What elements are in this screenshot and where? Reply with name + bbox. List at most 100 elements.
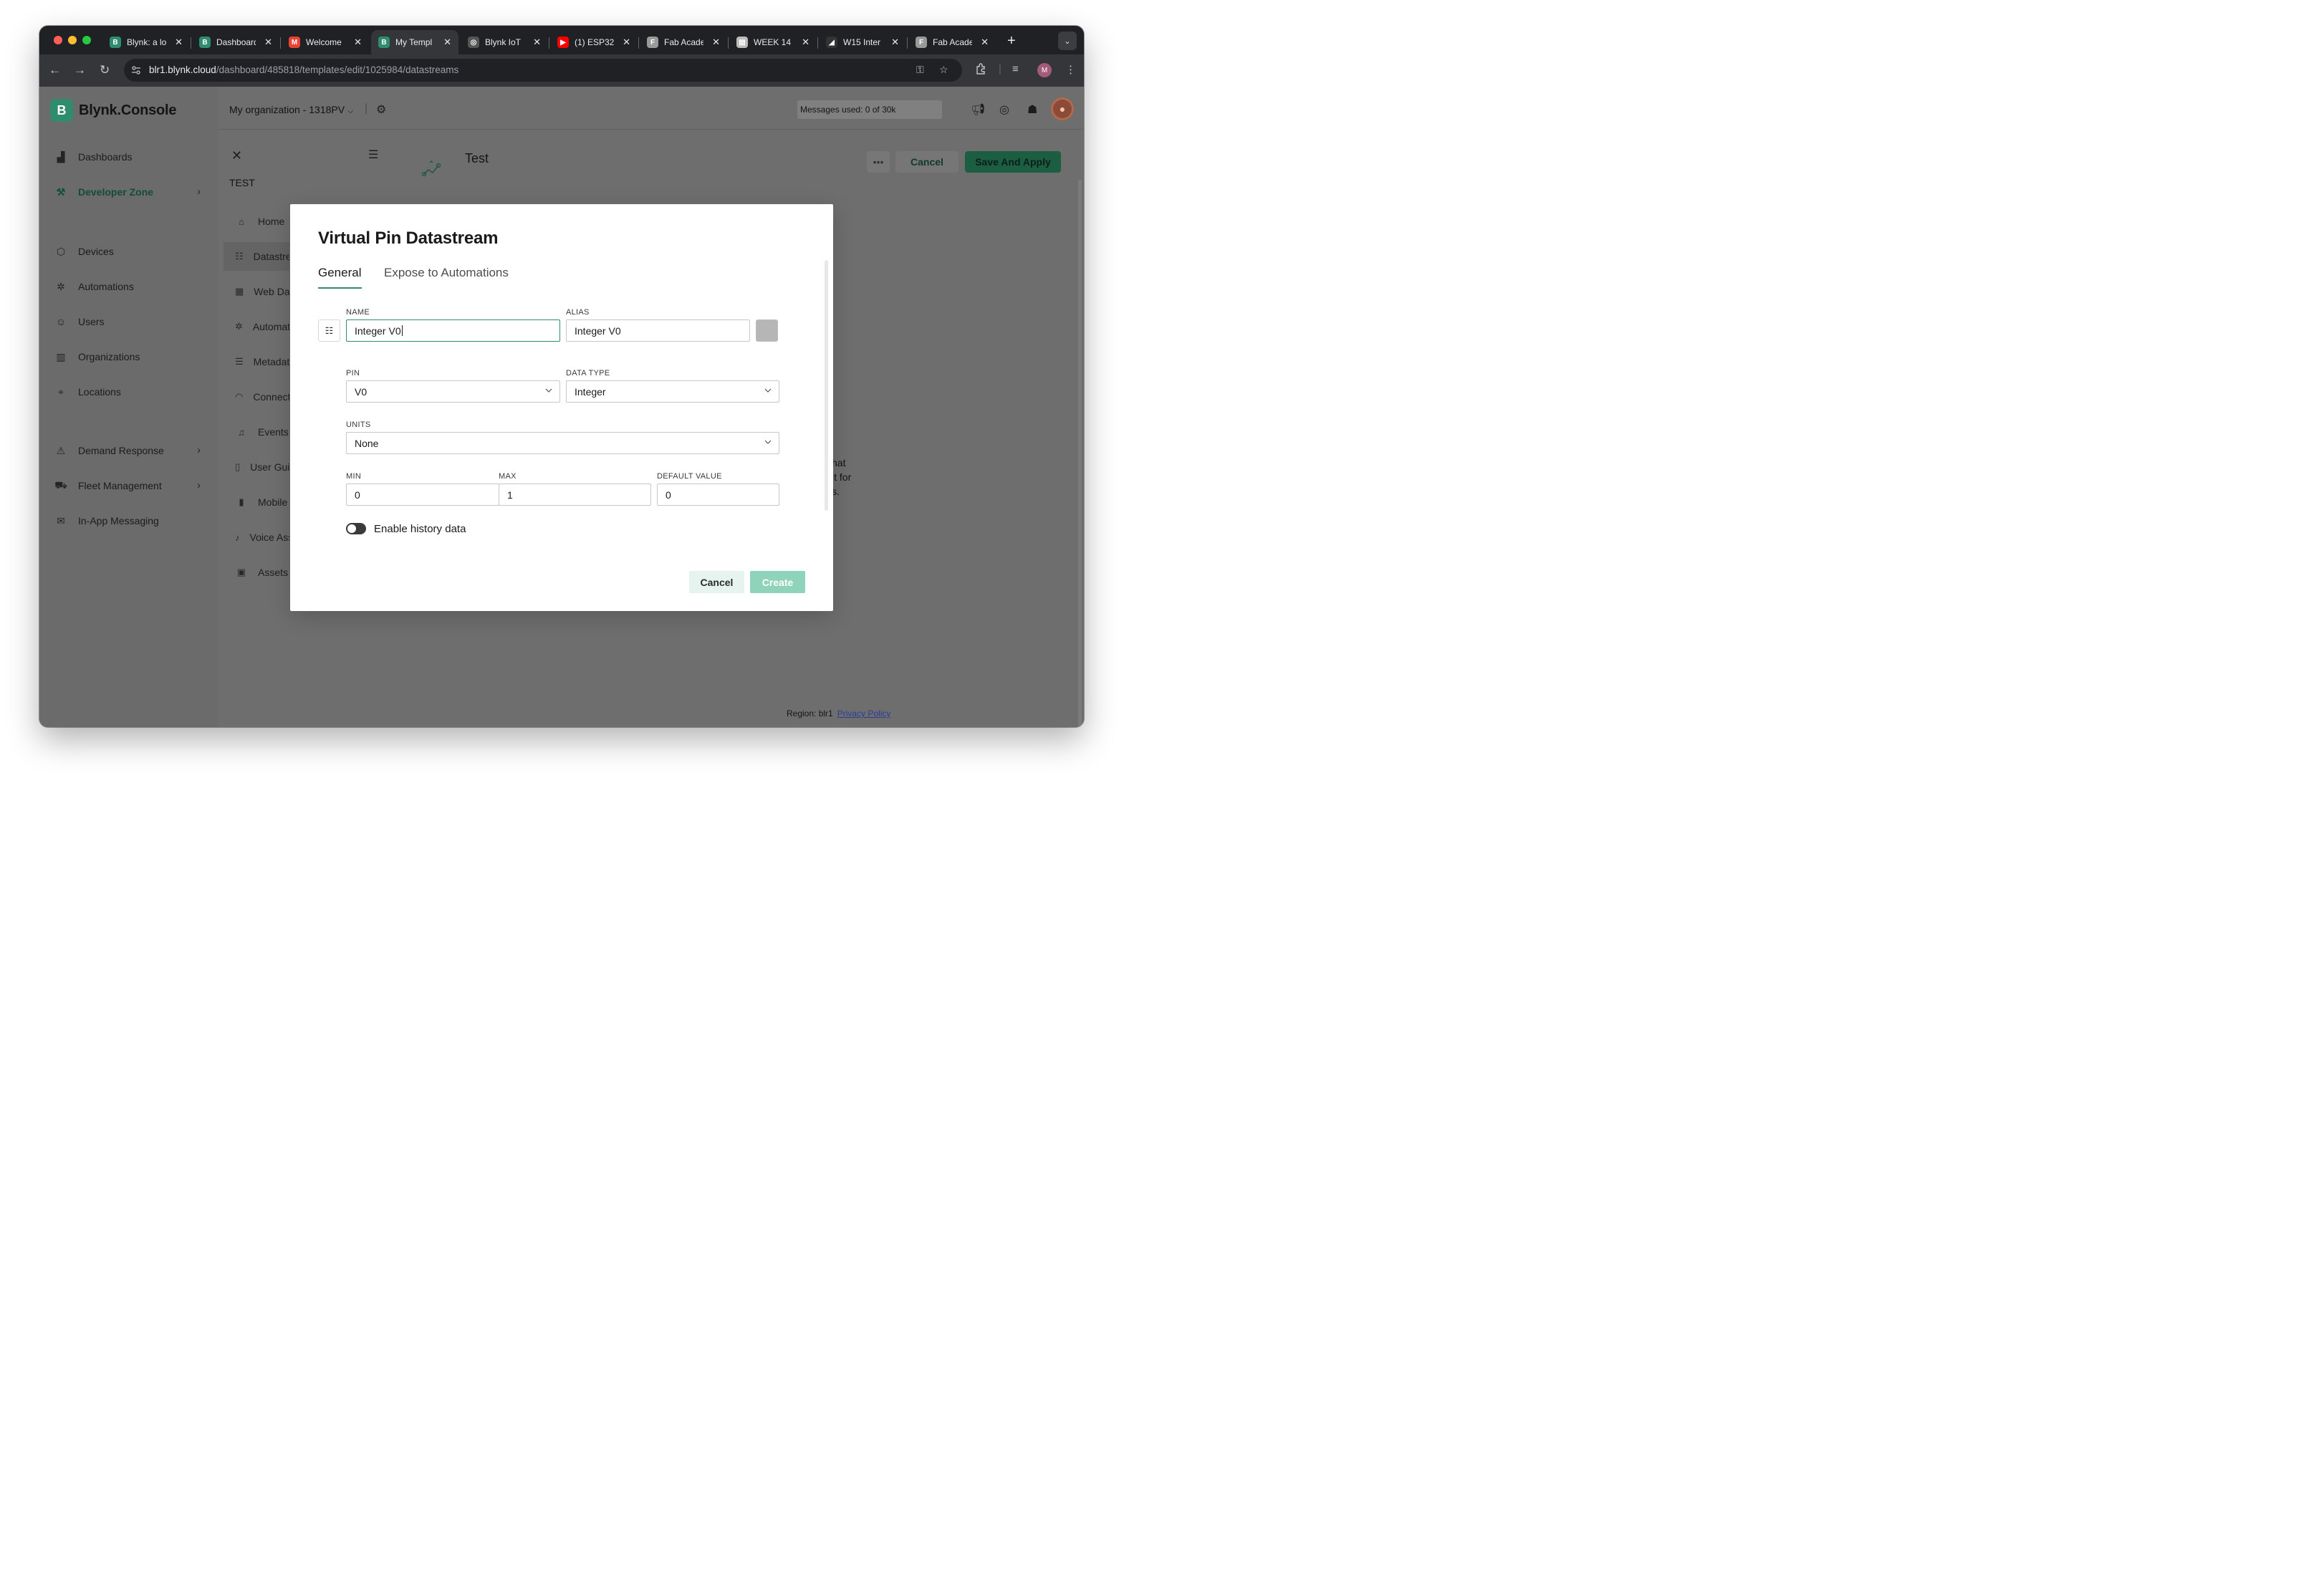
template-nav-web-dashboard[interactable]: ▦ Web Dashboard (224, 277, 289, 306)
browser-tab[interactable]: F Fab Acade ✕ (908, 30, 996, 54)
minimize-window-button[interactable] (68, 36, 77, 44)
url-text[interactable]: blr1.blynk.cloud/dashboard/485818/templa… (149, 64, 458, 75)
org-selector[interactable]: My organization - 1318PV ⌵ (229, 104, 353, 116)
color-picker-swatch[interactable] (756, 319, 778, 342)
browser-menu-icon[interactable]: ⋮ (1065, 63, 1076, 76)
tab-close-icon[interactable]: ✕ (175, 37, 183, 48)
template-nav-datastreams[interactable]: ☷ Datastreams (224, 242, 289, 271)
modal-cancel-button[interactable]: Cancel (689, 571, 744, 593)
tab-close-icon[interactable]: ✕ (623, 37, 630, 48)
zoom-window-button[interactable] (82, 36, 91, 44)
tab-close-icon[interactable]: ✕ (264, 37, 272, 48)
browser-tab[interactable]: B Dashboard ✕ (192, 30, 279, 54)
min-input[interactable]: 0 (346, 484, 499, 506)
reload-icon[interactable]: ↻ (100, 63, 110, 77)
history-data-toggle[interactable] (346, 523, 366, 534)
tab-close-icon[interactable]: ✕ (891, 37, 899, 48)
site-settings-icon[interactable] (130, 64, 143, 77)
datastream-icon-picker[interactable]: ☷ (318, 319, 340, 342)
tab-separator (728, 37, 729, 49)
chevron-right-icon[interactable]: › (197, 186, 201, 198)
units-select[interactable]: None (346, 432, 779, 454)
messages-used-badge: Messages used: 0 of 30k (797, 100, 942, 119)
modal-scrollbar[interactable] (825, 260, 828, 511)
profile-avatar[interactable]: M (1037, 63, 1052, 77)
alias-input[interactable]: Integer V0 (566, 319, 750, 342)
announcement-megaphone-icon[interactable]: 📢︎ (971, 102, 985, 117)
back-arrow-icon[interactable]: ← (49, 63, 61, 77)
tab-search-chevron-icon[interactable]: ⌄ (1058, 32, 1077, 50)
sidebar-item-demand-response[interactable]: ⚠ Demand Response (54, 443, 164, 458)
browser-tab[interactable]: ▤ WEEK 14 ✕ (729, 30, 817, 54)
tab-separator (638, 37, 639, 49)
browser-tab[interactable]: ◢ W15 Inter ✕ (819, 30, 906, 54)
forward-arrow-icon[interactable]: → (74, 63, 86, 77)
chevron-right-icon[interactable]: › (197, 444, 201, 456)
close-window-button[interactable] (54, 36, 62, 44)
media-controls-icon[interactable]: ≡ (1012, 63, 1019, 75)
template-nav-connection[interactable]: ◠ Connection (224, 383, 289, 411)
sidebar-item-dashboards[interactable]: ▟ Dashboards (54, 150, 133, 164)
user-avatar[interactable]: ● (1051, 97, 1074, 120)
template-nav-events[interactable]: ♫ Events (224, 418, 289, 446)
template-nav-user-guides[interactable]: ▯ User Guides (224, 453, 289, 481)
name-input[interactable]: Integer V0 (346, 319, 560, 342)
tab-close-icon[interactable]: ✕ (533, 37, 541, 48)
help-lifebuoy-icon[interactable]: ◎ (999, 102, 1009, 117)
bookmark-star-icon[interactable]: ☆ (939, 64, 948, 76)
template-nav-assets[interactable]: ▣ Assets (224, 558, 289, 587)
template-nav-voice-assistants[interactable]: ♪ Voice Assistants (224, 523, 289, 552)
sidebar-item-in-app-messaging[interactable]: ✉ In-App Messaging (54, 514, 159, 528)
browser-tab[interactable]: B Blynk: a lo ✕ (102, 30, 190, 54)
template-nav-metadata[interactable]: ☰ Metadata (224, 347, 289, 376)
sidebar-item-fleet-management[interactable]: ⛟ Fleet Management (54, 479, 162, 493)
default-value-label: DEFAULT VALUE (657, 472, 722, 481)
sidebar-item-locations[interactable]: ⌖ Locations (54, 385, 121, 399)
template-nav-automations[interactable]: ✲ Automations (224, 312, 289, 341)
extensions-icon[interactable] (975, 63, 986, 77)
data-type-select[interactable]: Integer (566, 380, 779, 403)
max-input[interactable]: 1 (499, 484, 651, 506)
sidebar-item-users[interactable]: ☺ Users (54, 314, 105, 329)
tab-close-icon[interactable]: ✕ (712, 37, 720, 48)
browser-toolbar: ← → ↻ blr1.blynk.cloud/dashboard/485818/… (39, 54, 1084, 87)
tab-close-icon[interactable]: ✕ (981, 37, 989, 48)
menu-hamburger-icon[interactable]: ☰ (368, 148, 378, 162)
new-tab-button[interactable]: + (1007, 33, 1016, 49)
browser-tab[interactable]: M Welcome ✕ (282, 30, 369, 54)
bug-report-icon[interactable]: ☗ (1027, 102, 1037, 117)
brand[interactable]: B Blynk.Console (50, 99, 177, 122)
password-key-icon[interactable]: ⚿ (916, 64, 924, 76)
tab-close-icon[interactable]: ✕ (802, 37, 810, 48)
chevron-right-icon[interactable]: › (197, 479, 201, 491)
create-button[interactable]: Create (750, 571, 805, 593)
default-value-input[interactable]: 0 (657, 484, 779, 506)
browser-tab-title: Blynk: a lo (127, 37, 167, 47)
close-icon[interactable]: ✕ (231, 148, 242, 163)
template-nav-mobile[interactable]: ▮ Mobile (224, 488, 289, 516)
sidebar-item-devices[interactable]: ⬡ Devices (54, 244, 114, 259)
tab-close-icon[interactable]: ✕ (443, 37, 451, 48)
more-options-button[interactable]: ••• (867, 151, 890, 173)
page-scrollbar[interactable] (1078, 180, 1082, 727)
browser-tab[interactable]: B My Templ ✕ (371, 30, 458, 54)
sidebar-item-automations[interactable]: ✲ Automations (54, 279, 134, 294)
org-settings-gear-icon[interactable]: ⚙ (376, 102, 386, 117)
tab-expose-to-automations[interactable]: Expose to Automations (384, 266, 509, 280)
tab-general[interactable]: General (318, 266, 361, 280)
browser-tab[interactable]: ▶ (1) ESP32 ✕ (550, 30, 638, 54)
browser-tab[interactable]: F Fab Acade ✕ (640, 30, 727, 54)
template-nav-home[interactable]: ⌂ Home (224, 207, 289, 236)
pin-select[interactable]: V0 (346, 380, 560, 403)
cancel-button[interactable]: Cancel (895, 151, 959, 173)
privacy-policy-link[interactable]: Privacy Policy (837, 708, 891, 718)
browser-tab[interactable]: ◎ Blynk IoT ✕ (461, 30, 548, 54)
address-bar[interactable]: blr1.blynk.cloud/dashboard/485818/templa… (124, 59, 962, 82)
tab-close-icon[interactable]: ✕ (354, 37, 362, 48)
sidebar-item-developer-zone[interactable]: ⚒ Developer Zone (54, 185, 153, 199)
sidebar-item-organizations[interactable]: ▥ Organizations (54, 350, 140, 364)
save-and-apply-button[interactable]: Save And Apply (965, 151, 1061, 173)
chart-icon: ▟ (57, 150, 65, 163)
sidebar-item-label: In-App Messaging (78, 515, 159, 527)
blynk-favicon-icon: B (110, 37, 121, 48)
